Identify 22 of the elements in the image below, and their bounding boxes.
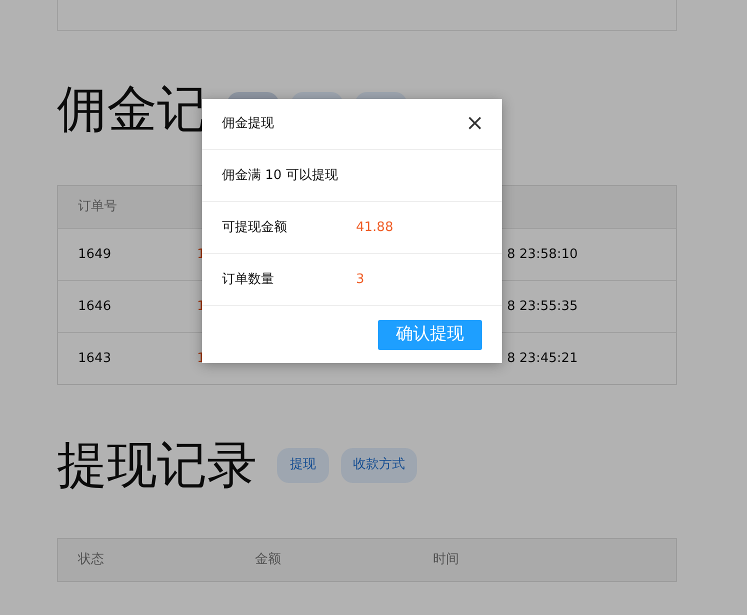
- column-header: 金额: [255, 551, 282, 570]
- table-cell-text: 1643: [77, 350, 112, 368]
- column-header: 状态: [76, 551, 105, 570]
- column-header: 时间: [433, 551, 459, 570]
- section-heading: 提现记录: [57, 440, 257, 490]
- time-cell-text: 8 23:58:10: [507, 246, 578, 264]
- time-cell-text: 8 23:45:21: [507, 350, 578, 368]
- time-cell-text: 8 23:55:35: [507, 298, 578, 316]
- confirm-button[interactable]: 确认提现: [378, 320, 482, 350]
- notice-text: 佣金满 10 可以提现: [222, 166, 338, 185]
- column-header: 订单号: [77, 198, 118, 216]
- field-value: 3: [356, 270, 364, 289]
- table-cell-text: 1646: [77, 298, 112, 316]
- field-label: 可提现金额: [222, 218, 288, 237]
- action-button[interactable]: 提现: [277, 448, 329, 482]
- close-button[interactable]: ×: [464, 113, 486, 135]
- field-value: 41.88: [356, 218, 394, 237]
- action-button[interactable]: 收款方式: [341, 448, 417, 482]
- field-label: 订单数量: [222, 270, 275, 289]
- table-cell-text: 1649: [77, 246, 112, 264]
- section-heading: 佣金记: [57, 84, 207, 134]
- dialog-title: 佣金提现: [222, 115, 274, 134]
